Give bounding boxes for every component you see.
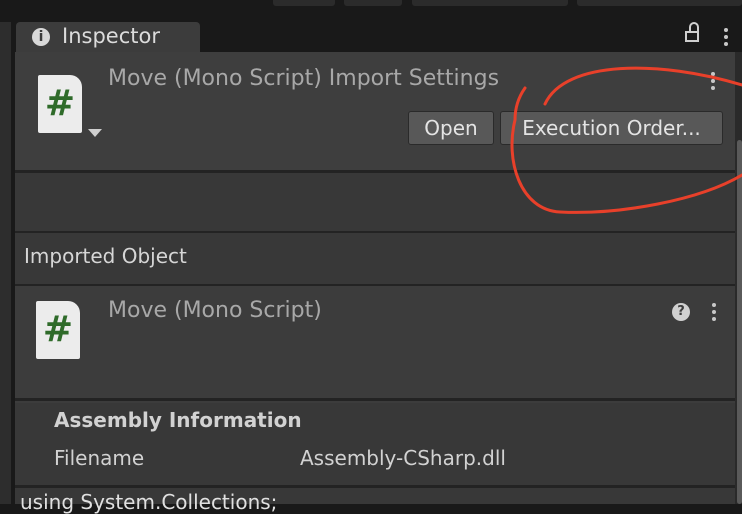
red-annotation-circle [510, 66, 742, 214]
annotation-stroke [510, 66, 742, 214]
